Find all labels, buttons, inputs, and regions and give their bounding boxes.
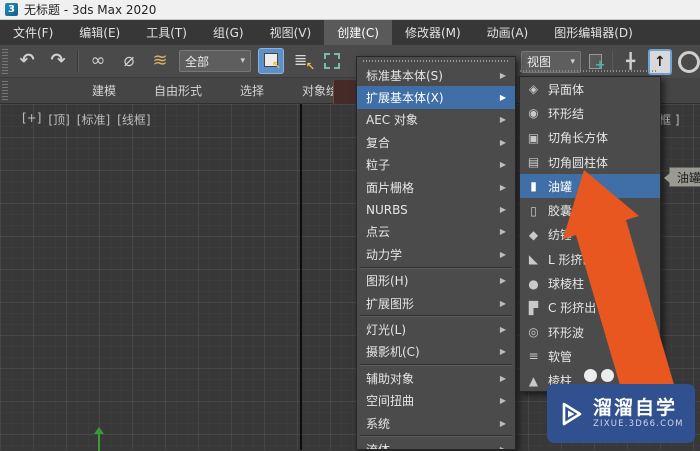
toolbar-dock-dots (520, 70, 658, 72)
viewport-menu-render-preset[interactable]: [标准] (77, 111, 110, 128)
submenu-arrow-icon: ▶ (499, 324, 506, 334)
toolbar-grip[interactable] (2, 48, 8, 74)
chevron-down-icon: ▾ (240, 56, 245, 66)
menu-tools[interactable]: 工具(T) (133, 20, 200, 45)
select-object-button[interactable]: ↖ (258, 48, 284, 74)
window-title: 无标题 - 3ds Max 2020 (24, 3, 157, 17)
menu-separator (360, 266, 512, 269)
submenu-arrow-icon: ▶ (499, 276, 506, 286)
selection-filter-value: 全部 (185, 54, 210, 69)
select-and-link-icon[interactable]: ∞ (86, 48, 110, 74)
toolbar-separator (77, 50, 79, 72)
menu-separator (360, 364, 512, 367)
toolbar-right-segment: 视图 ▾ + ╋ ↑ (518, 45, 700, 78)
submenu-arrow-icon: ▶ (499, 249, 506, 259)
menu-item-point-cloud[interactable]: 点云 ▶ (357, 221, 515, 243)
watermark-title: 溜溜自学 (593, 396, 678, 419)
menu-item-fluids[interactable]: 流体 ▶ (357, 438, 515, 450)
submenu-item-hedra[interactable]: ◈ 异面体 (520, 77, 660, 101)
menu-bar: 文件(F) 编辑(E) 工具(T) 组(G) 视图(V) 创建(C) 修改器(M… (0, 20, 700, 45)
menu-modifiers[interactable]: 修改器(M) (392, 20, 474, 45)
menu-item-extended-primitives[interactable]: 扩展基本体(X) ▶ (357, 86, 515, 109)
submenu-arrow-icon: ▶ (499, 115, 506, 125)
submenu-arrow-icon: ▶ (499, 298, 506, 308)
menu-item-particles[interactable]: 粒子 ▶ (357, 154, 515, 176)
menu-create[interactable]: 创建(C) (324, 20, 392, 45)
selection-filter-dropdown[interactable]: 全部 ▾ (179, 50, 251, 72)
cursor-icon: ↖ (271, 59, 281, 72)
menu-separator (360, 435, 512, 438)
menu-edit[interactable]: 编辑(E) (66, 20, 133, 45)
menu-animation[interactable]: 动画(A) (474, 20, 542, 45)
menu-item-patch-grids[interactable]: 面片栅格 ▶ (357, 176, 515, 198)
menu-item-nurbs[interactable]: NURBS ▶ (357, 198, 515, 220)
menu-item-space-warps[interactable]: 空间扭曲 ▶ (357, 389, 515, 411)
tab-selection[interactable]: 选择 (240, 82, 264, 99)
oil-tank-tooltip: 油罐 (664, 167, 700, 187)
tab-modeling[interactable]: 建模 (92, 82, 116, 99)
submenu-arrow-icon: ▶ (499, 93, 506, 103)
submenu-item-torus-knot[interactable]: ◉ 环形结 (520, 101, 660, 125)
submenu-arrow-icon: ▶ (499, 137, 506, 147)
coordinate-value: 视图 (527, 55, 552, 69)
menu-item-cameras[interactable]: 摄影机(C) ▶ (357, 341, 515, 363)
viewport-origin-axis (300, 104, 302, 450)
viewport-label: [+] [顶] [标准] [线框] (22, 111, 151, 128)
submenu-arrow-icon: ▶ (499, 444, 506, 450)
ribbon-grip[interactable] (2, 81, 8, 101)
chevron-down-icon: ▾ (570, 56, 576, 67)
submenu-arrow-icon: ▶ (499, 396, 506, 406)
menu-item-lights[interactable]: 灯光(L) ▶ (357, 318, 515, 340)
menu-item-standard-primitives[interactable]: 标准基本体(S) ▶ (357, 64, 515, 86)
menu-views[interactable]: 视图(V) (257, 20, 325, 45)
unlink-selection-icon[interactable]: ⌀ (117, 48, 141, 74)
submenu-arrow-icon: ▶ (499, 205, 506, 215)
menu-item-extended-shapes[interactable]: 扩展图形 ▶ (357, 292, 515, 314)
create-menu-panel: 标准基本体(S) ▶ 扩展基本体(X) ▶ AEC 对象 ▶ 复合 ▶ 粒子 ▶… (356, 56, 516, 450)
menu-file[interactable]: 文件(F) (0, 20, 66, 45)
redo-button[interactable]: ↷ (46, 48, 70, 74)
menu-graph-editors[interactable]: 图形编辑器(D) (541, 20, 646, 45)
select-and-rotate-icon[interactable] (678, 50, 700, 73)
menu-item-shapes[interactable]: 图形(H) ▶ (357, 270, 515, 292)
viewport-right-partial-label: 框 ] (659, 113, 680, 127)
y-axis-gizmo (94, 427, 104, 451)
submenu-arrow-icon: ▶ (499, 160, 506, 170)
hedra-icon: ◈ (528, 82, 539, 97)
submenu-arrow-icon: ▶ (499, 373, 506, 383)
viewport-menu-general[interactable]: [+] (22, 111, 41, 128)
menu-item-aec-objects[interactable]: AEC 对象 ▶ (357, 109, 515, 131)
annotation-arrow (563, 170, 675, 402)
use-pivot-center-icon[interactable]: + (587, 52, 606, 73)
app-logo-icon: 3 (5, 3, 18, 16)
watermark-url: ZIXUE.3D66.COM (593, 418, 684, 429)
submenu-item-chamfer-box[interactable]: ▣ 切角长方体 (520, 126, 660, 150)
menu-item-dynamics[interactable]: 动力学 ▶ (357, 243, 515, 265)
watermark-badge: 溜溜自学 ZIXUE.3D66.COM (547, 384, 695, 443)
ribbon-partial-element (333, 80, 357, 104)
torus-knot-icon: ◉ (528, 106, 539, 121)
menu-tearoff-handle[interactable] (363, 60, 509, 62)
cursor-icon: ↖ (305, 60, 315, 73)
menu-item-helpers[interactable]: 辅助对象 ▶ (357, 367, 515, 389)
submenu-arrow-icon: ▶ (499, 347, 506, 357)
submenu-arrow-icon: ▶ (499, 418, 506, 428)
rectangular-selection-region-icon[interactable] (324, 53, 340, 69)
tab-freeform[interactable]: 自由形式 (154, 82, 202, 99)
menu-separator (360, 315, 512, 318)
submenu-arrow-icon: ▶ (499, 70, 506, 80)
viewport-menu-shading[interactable]: [线框] (117, 111, 150, 128)
bind-to-spacewarp-icon[interactable]: ≋ (148, 48, 172, 74)
menu-item-compound[interactable]: 复合 ▶ (357, 131, 515, 153)
submenu-arrow-icon: ▶ (499, 227, 506, 237)
title-bar: 3 无标题 - 3ds Max 2020 (0, 0, 700, 20)
select-by-name-button[interactable]: ≣ ↖ (291, 48, 317, 74)
undo-button[interactable]: ↶ (15, 48, 39, 74)
zixue-play-logo-icon (562, 402, 582, 425)
menu-group[interactable]: 组(G) (200, 20, 257, 45)
viewport-menu-pov[interactable]: [顶] (48, 111, 69, 128)
menu-item-systems[interactable]: 系统 ▶ (357, 412, 515, 434)
submenu-arrow-icon: ▶ (499, 182, 506, 192)
chamfer-box-icon: ▣ (527, 130, 540, 145)
